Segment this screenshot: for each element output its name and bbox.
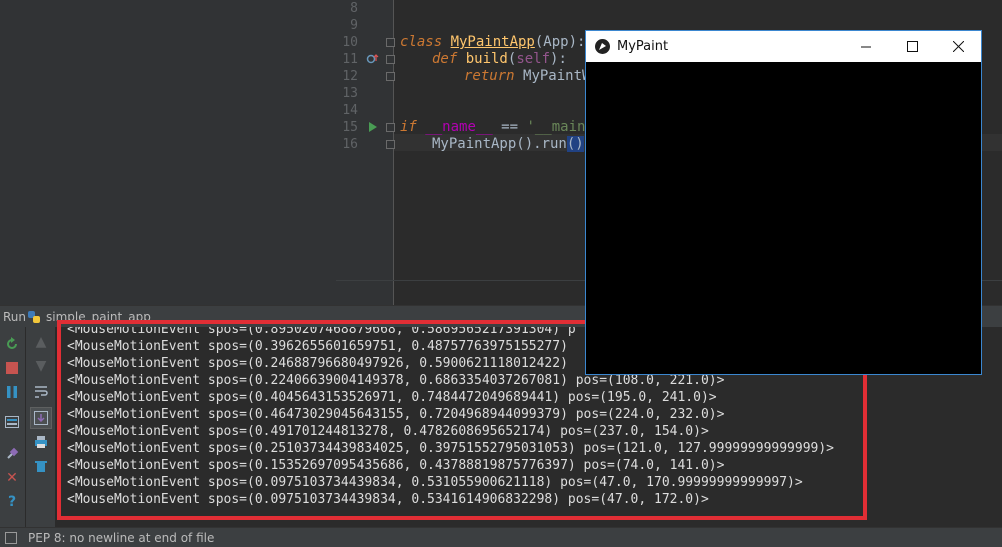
line-number: 14: [342, 103, 358, 118]
run-toolbar-primary: ✕ ?: [0, 327, 26, 527]
line-number: 8: [350, 1, 358, 16]
console-line: <MouseMotionEvent spos=(0.15352697095435…: [67, 458, 725, 473]
string-literal: '__main_: [526, 119, 594, 135]
console-line: <MouseMotionEvent spos=(0.40456431535269…: [67, 390, 717, 405]
status-bar: PEP 8: no newline at end of file: [0, 527, 1002, 547]
window-titlebar[interactable]: MyPaint: [586, 31, 981, 62]
stop-icon[interactable]: [3, 359, 21, 377]
tool-windows-icon[interactable]: [5, 532, 17, 544]
line-number: 16: [342, 137, 358, 152]
code-line[interactable]: return MyPaintW: [464, 68, 590, 85]
override-marker-icon[interactable]: [366, 53, 380, 65]
up-icon[interactable]: ▲: [32, 333, 50, 351]
dunder-name: __name__: [425, 119, 493, 135]
console-line: <MouseMotionEvent spos=(0.09751037344398…: [67, 475, 803, 490]
run-config-tab[interactable]: simple_paint_app: [46, 310, 151, 324]
fold-marker-icon[interactable]: [386, 72, 395, 81]
keyword: return: [464, 68, 524, 84]
code-line[interactable]: def build(self):: [432, 51, 567, 68]
maximize-icon: [906, 41, 918, 52]
line-number: 13: [342, 86, 358, 101]
class-name: MyPaintApp: [450, 34, 535, 50]
console-line: <MouseMotionEvent spos=(0.09751037344398…: [67, 492, 709, 507]
paint-canvas[interactable]: [586, 62, 981, 374]
console-line: <MouseMotionEvent spos=(0.24688796680497…: [67, 356, 568, 371]
window-title: MyPaint: [617, 39, 669, 54]
window-close-button[interactable]: [935, 31, 981, 62]
code-text: ==: [492, 119, 527, 135]
line-number: 12: [342, 69, 358, 84]
keyword: class: [400, 34, 451, 50]
run-gutter-icon[interactable]: [368, 121, 378, 133]
python-icon: [28, 311, 40, 323]
code-text: (App):: [534, 34, 586, 50]
line-number: 9: [350, 18, 358, 33]
console-line: <MouseMotionEvent spos=(0.39626556016597…: [67, 339, 568, 354]
pause-icon[interactable]: [3, 383, 21, 401]
maximize-button[interactable]: [889, 31, 935, 62]
console-line: <MouseMotionEvent spos=(0.25103734439834…: [67, 441, 835, 456]
console-line: <MouseMotionEvent spos=(0.49170124481327…: [67, 424, 709, 439]
minimize-button[interactable]: [843, 31, 889, 62]
rerun-icon[interactable]: [3, 335, 21, 353]
console-line: <MouseMotionEvent spos=(0.46473029045643…: [67, 407, 725, 422]
editor-left-panel: [0, 0, 336, 305]
fold-marker-icon[interactable]: [386, 38, 395, 47]
soft-wrap-icon[interactable]: [32, 383, 50, 401]
pin-icon[interactable]: [3, 445, 21, 463]
restore-layout-icon[interactable]: [3, 413, 21, 431]
fold-marker-icon[interactable]: [386, 55, 395, 64]
trash-icon[interactable]: [32, 457, 50, 475]
help-icon[interactable]: ?: [3, 493, 21, 511]
minimize-icon: [860, 46, 871, 48]
console-line: <MouseMotionEvent spos=(0.89502074688796…: [67, 327, 576, 337]
status-message: PEP 8: no newline at end of file: [28, 531, 215, 545]
code-text: MyPaintW: [523, 68, 591, 84]
code-line[interactable]: if __name__ == '__main_: [400, 119, 594, 136]
down-icon[interactable]: ▼: [32, 357, 50, 375]
self-param: self: [516, 51, 551, 67]
line-number: 11: [342, 52, 358, 67]
fold-marker-icon[interactable]: [386, 123, 395, 132]
code-line[interactable]: class MyPaintApp(App):: [400, 34, 585, 51]
paren-match: (): [566, 136, 584, 152]
run-label: Run: [3, 310, 27, 324]
line-number: 10: [342, 35, 358, 50]
kivy-app-icon: [595, 39, 610, 54]
function-name: build: [465, 51, 508, 67]
line-number: 15: [342, 120, 358, 135]
close-icon: [952, 41, 964, 52]
keyword: def: [432, 51, 466, 67]
run-toolbar-secondary: ▲ ▼: [26, 327, 56, 527]
mypaint-window[interactable]: MyPaint: [585, 30, 982, 375]
code-text: MyPaintApp().run: [432, 136, 567, 152]
code-text: ):: [550, 51, 567, 67]
keyword: if: [400, 119, 426, 135]
scroll-to-end-icon[interactable]: [30, 407, 52, 429]
code-line[interactable]: MyPaintApp().run(): [432, 136, 584, 153]
print-icon[interactable]: [32, 433, 50, 451]
close-icon[interactable]: ✕: [3, 469, 21, 487]
fold-marker-icon[interactable]: [386, 140, 395, 149]
